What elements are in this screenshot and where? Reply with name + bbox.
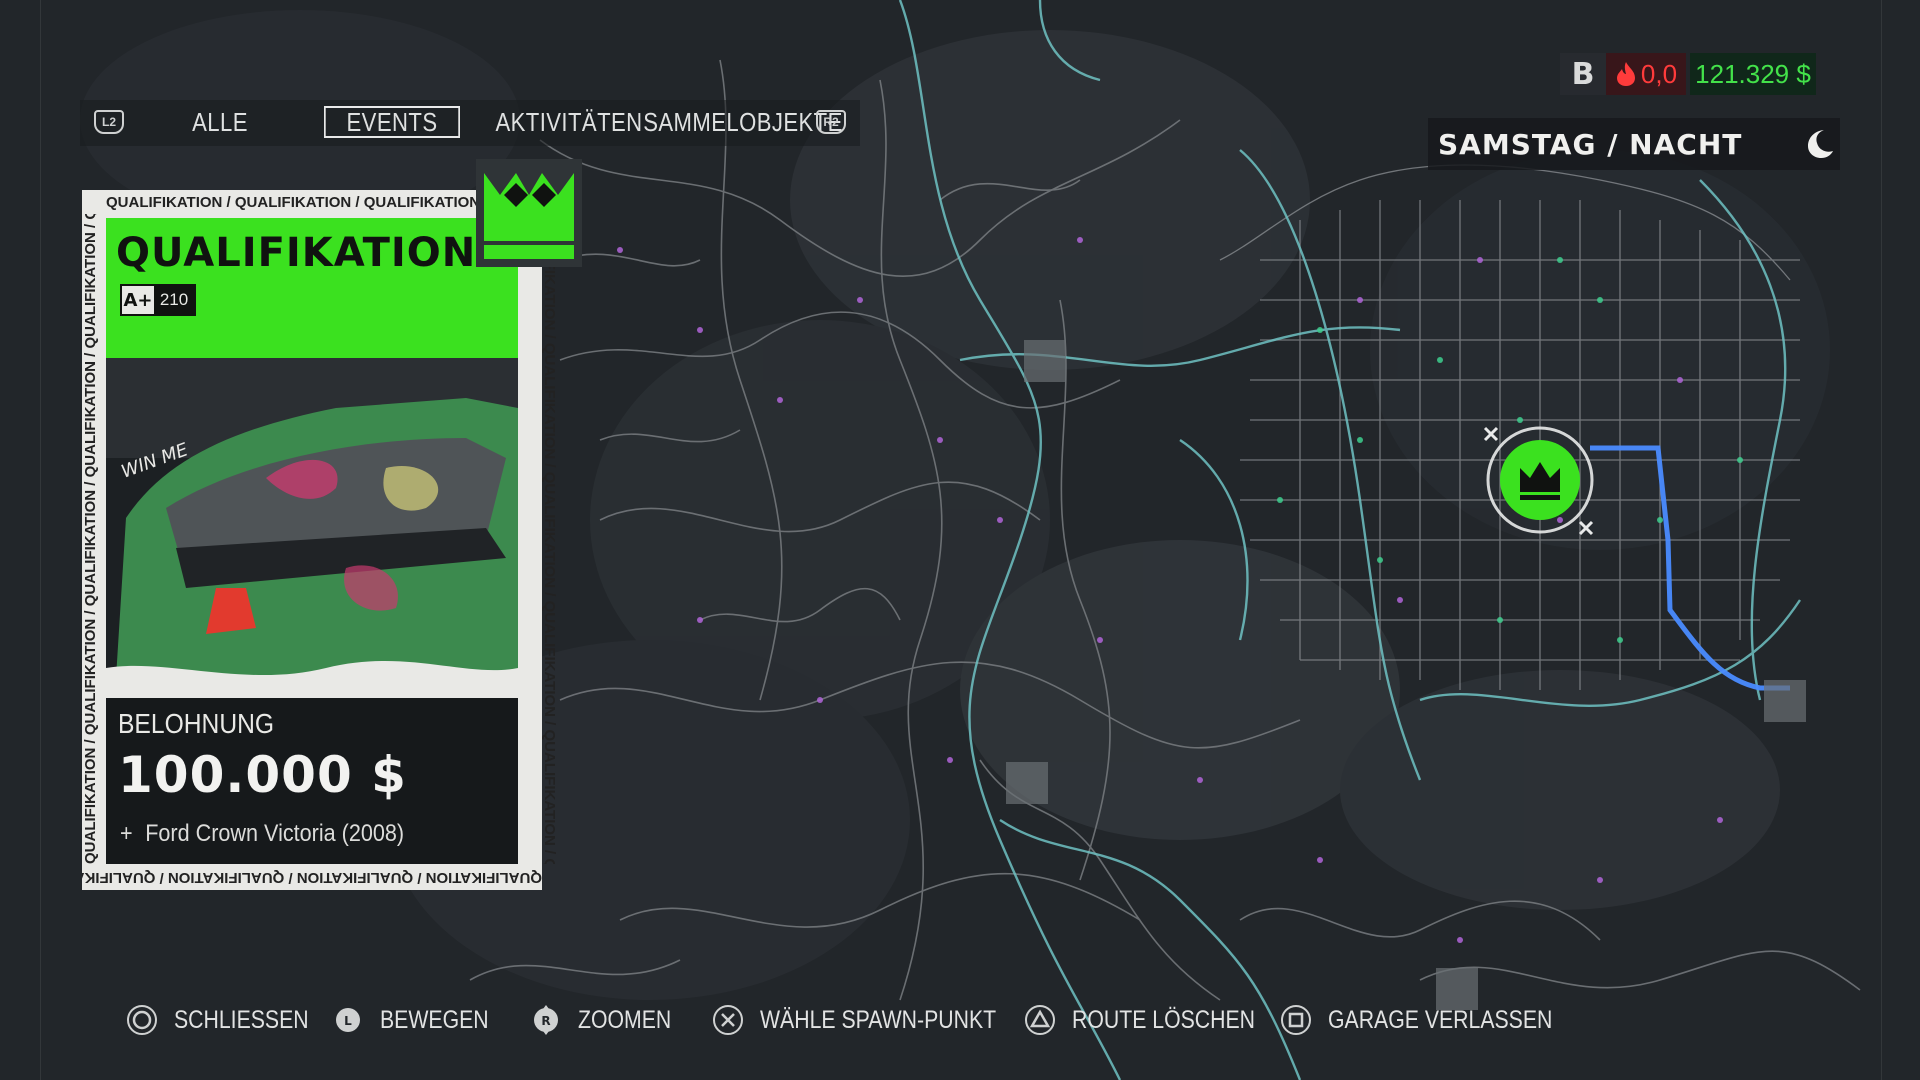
car-image: WIN ME xyxy=(106,338,518,698)
prompt-close[interactable]: SCHLIESSEN xyxy=(126,1000,332,1040)
rating-value: 210 xyxy=(154,286,194,314)
tab-events[interactable]: EVENTS xyxy=(324,106,460,138)
reward-extra-prefix: + xyxy=(120,820,133,847)
prompt-clear-route[interactable]: ROUTE LÖSCHEN xyxy=(1024,1000,1287,1040)
heat-level: 0,0 xyxy=(1606,53,1686,95)
event-card[interactable]: QUALIFIKATION / QUALIFIKATION / QUALIFIK… xyxy=(82,190,558,890)
tab-aktivitaeten[interactable]: AKTIVITÄTEN xyxy=(495,106,642,138)
svg-text:L: L xyxy=(344,1014,352,1028)
prompt-zoom[interactable]: R ZOOMEN xyxy=(530,1000,688,1040)
heat-class-badge: B xyxy=(1560,53,1606,95)
l2-button-icon[interactable]: L2 xyxy=(94,110,124,134)
tab-alle[interactable]: ALLE xyxy=(178,106,263,138)
prompt-leave-garage[interactable]: GARAGE VERLASSEN xyxy=(1280,1000,1592,1040)
prompt-label-leave-garage: GARAGE VERLASSEN xyxy=(1328,1005,1553,1034)
prompt-label-close: SCHLIESSEN xyxy=(174,1005,309,1034)
prompt-label-spawn-point: WÄHLE SPAWN-PUNKT xyxy=(760,1005,997,1034)
reward-car-name: Ford Crown Victoria (2008) xyxy=(145,820,405,847)
reward-extra: + Ford Crown Victoria (2008) xyxy=(120,820,404,848)
flame-icon xyxy=(1616,62,1635,86)
category-tab-bar: L2 ALLE EVENTS AKTIVITÄTEN SAMMELOBJEKTE… xyxy=(80,100,860,146)
time-of-day: SAMSTAG / NACHT xyxy=(1438,127,1743,161)
left-stick-icon: L xyxy=(332,1004,364,1036)
card-border-text-left: QUALIFIKATION / QUALIFIKATION / QUALIFIK… xyxy=(82,214,99,864)
card-header: QUALIFIKATION A+ 210 xyxy=(106,218,518,358)
tab-sammelobjekte[interactable]: SAMMELOBJEKTE xyxy=(643,106,842,138)
money-balance: 121.329 $ xyxy=(1690,53,1816,95)
reward-amount: 100.000 $ xyxy=(118,746,407,804)
moon-icon xyxy=(1808,130,1833,158)
cross-button-icon xyxy=(712,1004,744,1036)
prompt-label-zoom: ZOOMEN xyxy=(578,1005,672,1034)
svg-text:R: R xyxy=(541,1014,550,1028)
card-border-text-bottom: QUALIFIKATION / QUALIFIKATION / QUALIFIK… xyxy=(82,869,542,886)
event-title: QUALIFIKATION xyxy=(116,230,477,276)
rating-class: A+ xyxy=(122,286,154,314)
hud-status: B 0,0 121.329 $ xyxy=(1560,50,1816,98)
card-border-text-right: QUALIFIKATION / QUALIFIKATION / QUALIFIK… xyxy=(541,214,558,864)
prompt-spawn-point[interactable]: WÄHLE SPAWN-PUNKT xyxy=(712,1000,1038,1040)
crown-icon xyxy=(476,159,582,267)
heat-value: 0,0 xyxy=(1640,58,1678,89)
time-of-day-panel: SAMSTAG / NACHT xyxy=(1428,118,1840,170)
prompt-label-move: BEWEGEN xyxy=(380,1005,489,1034)
r2-button-icon[interactable]: R2 xyxy=(816,110,846,134)
prompt-move[interactable]: L BEWEGEN xyxy=(332,1000,508,1040)
event-marker[interactable] xyxy=(1486,426,1594,534)
circle-button-icon xyxy=(126,1004,158,1036)
performance-rating: A+ 210 xyxy=(120,284,196,316)
square-button-icon xyxy=(1280,1004,1312,1036)
triangle-button-icon xyxy=(1024,1004,1056,1036)
prompt-label-clear-route: ROUTE LÖSCHEN xyxy=(1072,1005,1256,1034)
right-stick-icon: R xyxy=(530,1004,562,1036)
reward-label: BELOHNUNG xyxy=(118,708,275,739)
button-prompts: SCHLIESSEN L BEWEGEN R ZOOMEN WÄHLE SPAW… xyxy=(0,1000,1920,1040)
card-content: WIN ME QUALIFIKATION A+ 210 BELOHNUNG 10… xyxy=(106,218,518,864)
